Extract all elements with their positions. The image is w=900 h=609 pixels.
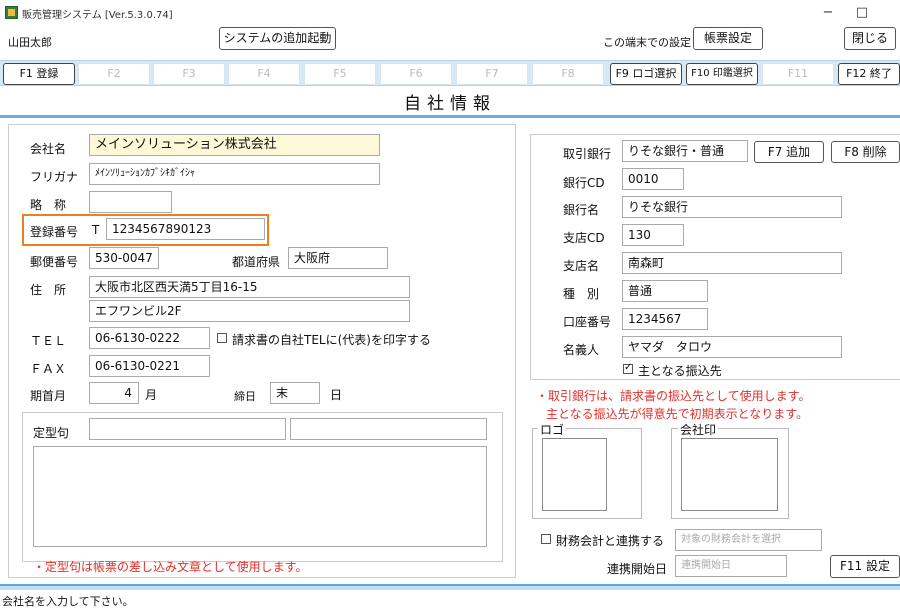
f8-button[interactable]: F8 xyxy=(532,63,604,85)
status-bar: 会社名を入力して下さい。 xyxy=(2,595,134,608)
bank-delete-button[interactable]: F8 削除 xyxy=(831,141,900,163)
phrase-input-1[interactable] xyxy=(89,418,286,440)
bank-note-2: 主となる振込先が得意先で初期表示となります。 xyxy=(546,407,809,421)
f10-seal-select-button[interactable]: F10 印鑑選択 xyxy=(686,63,758,85)
f1-register-button[interactable]: F1 登録 xyxy=(3,63,75,85)
bank-select[interactable]: りそな銀行・普通 xyxy=(622,140,748,162)
fax-label: ＦＡＸ xyxy=(30,362,67,376)
f11-setting-button[interactable]: F11 設定 xyxy=(830,555,900,578)
bank-name-label: 銀行名 xyxy=(563,203,600,217)
main-transfer-label: 主となる振込先 xyxy=(638,364,722,378)
launch-system-button[interactable]: システムの追加起動 xyxy=(219,27,336,50)
close-button[interactable]: 閉じる xyxy=(844,27,896,50)
main-transfer-checkbox[interactable] xyxy=(623,362,633,374)
registration-number-label: 登録番号 xyxy=(30,225,79,239)
page-title: 自社情報 xyxy=(404,94,496,114)
phrase-note: ・定型句は帳票の差し込み文章として使用します。 xyxy=(33,560,308,574)
bank-add-button[interactable]: F7 追加 xyxy=(754,141,824,163)
logo-image-box[interactable] xyxy=(542,438,607,511)
phrase-label: 定型句 xyxy=(33,426,70,440)
address2-input[interactable]: エフワンビル2F xyxy=(89,300,410,322)
form-setting-button[interactable]: 帳票設定 xyxy=(693,27,763,50)
prefecture-input[interactable]: 大阪府 xyxy=(288,247,388,269)
f3-button[interactable]: F3 xyxy=(153,63,225,85)
abbreviation-input[interactable] xyxy=(89,191,172,213)
closing-day-label: 締日 xyxy=(234,390,256,403)
tel-print-label: 請求書の自社TELに(代表)を印字する xyxy=(232,333,431,347)
company-name-input[interactable]: メインソリューション株式会社 xyxy=(89,134,380,156)
phrase-body-textarea[interactable] xyxy=(33,446,487,547)
window-title: 販売管理システム [Ver.5.3.0.74] xyxy=(22,10,173,21)
app-icon xyxy=(5,6,18,19)
address-label: 住 所 xyxy=(30,283,67,297)
top-bar: 山田太郎 システムの追加起動 この端末での設定 帳票設定 閉じる xyxy=(0,26,900,56)
bank-code-input[interactable]: 0010 xyxy=(622,168,684,190)
tel-input[interactable]: 06-6130-0222 xyxy=(89,327,210,349)
bottom-divider xyxy=(0,584,900,590)
user-name: 山田太郎 xyxy=(8,36,52,49)
f6-button[interactable]: F6 xyxy=(380,63,452,85)
account-type-label: 種 別 xyxy=(563,287,600,301)
bank-code-label: 銀行CD xyxy=(563,176,605,190)
closing-day-input[interactable]: 末 xyxy=(270,382,320,404)
accounting-link-checkbox[interactable] xyxy=(541,534,551,544)
function-key-bar: F1 登録 F2 F3 F4 F5 F6 F7 F8 F9 ロゴ選択 F10 印… xyxy=(0,60,900,86)
company-name-label: 会社名 xyxy=(30,142,67,156)
closing-day-unit: 日 xyxy=(330,388,343,402)
title-bar: 販売管理システム [Ver.5.3.0.74] − □ xyxy=(0,0,900,26)
zip-label: 郵便番号 xyxy=(30,255,79,269)
minimize-button[interactable]: − xyxy=(816,3,840,23)
registration-prefix: T xyxy=(92,223,100,237)
kana-label: フリガナ xyxy=(30,170,79,184)
f2-button[interactable]: F2 xyxy=(78,63,150,85)
phrase-input-2[interactable] xyxy=(290,418,487,440)
holder-label: 名義人 xyxy=(563,343,600,357)
seal-label: 会社印 xyxy=(678,421,719,438)
tel-print-checkbox[interactable] xyxy=(217,333,227,343)
fax-input[interactable]: 06-6130-0221 xyxy=(89,355,210,377)
account-number-label: 口座番号 xyxy=(563,315,612,329)
link-start-date-input[interactable]: 連携開始日 xyxy=(675,555,787,577)
fiscal-month-input[interactable]: 4 xyxy=(89,382,139,404)
zip-input[interactable]: 530-0047 xyxy=(89,247,159,269)
fiscal-month-label: 期首月 xyxy=(30,389,67,403)
title-divider xyxy=(0,115,900,118)
bank-name-input[interactable]: りそな銀行 xyxy=(622,196,842,218)
account-number-input[interactable]: 1234567 xyxy=(622,308,708,330)
prefecture-label: 都道府県 xyxy=(232,255,281,269)
bank-label: 取引銀行 xyxy=(563,147,612,161)
account-type-input[interactable]: 普通 xyxy=(622,280,708,302)
f11-button[interactable]: F11 xyxy=(762,63,834,85)
registration-number-input[interactable]: 1234567890123 xyxy=(106,218,265,240)
branch-code-label: 支店CD xyxy=(563,231,605,245)
link-start-label: 連携開始日 xyxy=(607,562,668,576)
kana-input[interactable]: ﾒｲﾝｿﾘｭｰｼｮﾝｶﾌﾞｼｷｶﾞｲｼｬ xyxy=(89,163,380,185)
holder-input[interactable]: ヤマダ タロウ xyxy=(622,336,842,358)
seal-image-box[interactable] xyxy=(681,438,778,511)
f5-button[interactable]: F5 xyxy=(304,63,376,85)
terminal-setting-label: この端末での設定 xyxy=(603,36,691,49)
fiscal-month-unit: 月 xyxy=(145,388,158,402)
accounting-target-select[interactable]: 対象の財務会計を選択 xyxy=(675,529,822,551)
tel-label: ＴＥＬ xyxy=(30,334,67,348)
bank-note-1: ・取引銀行は、請求書の振込先として使用します。 xyxy=(536,389,811,403)
f7-button[interactable]: F7 xyxy=(456,63,528,85)
f12-exit-button[interactable]: F12 終了 xyxy=(838,63,900,85)
branch-name-label: 支店名 xyxy=(563,259,600,273)
address1-input[interactable]: 大阪市北区西天満5丁目16-15 xyxy=(89,276,410,298)
branch-name-input[interactable]: 南森町 xyxy=(622,252,842,274)
maximize-button[interactable]: □ xyxy=(850,3,874,23)
accounting-link-label: 財務会計と連携する xyxy=(556,534,665,548)
logo-label: ロゴ xyxy=(538,421,567,438)
abbreviation-label: 略 称 xyxy=(30,198,67,212)
f9-logo-select-button[interactable]: F9 ロゴ選択 xyxy=(610,63,682,85)
branch-code-input[interactable]: 130 xyxy=(622,224,684,246)
f4-button[interactable]: F4 xyxy=(228,63,300,85)
